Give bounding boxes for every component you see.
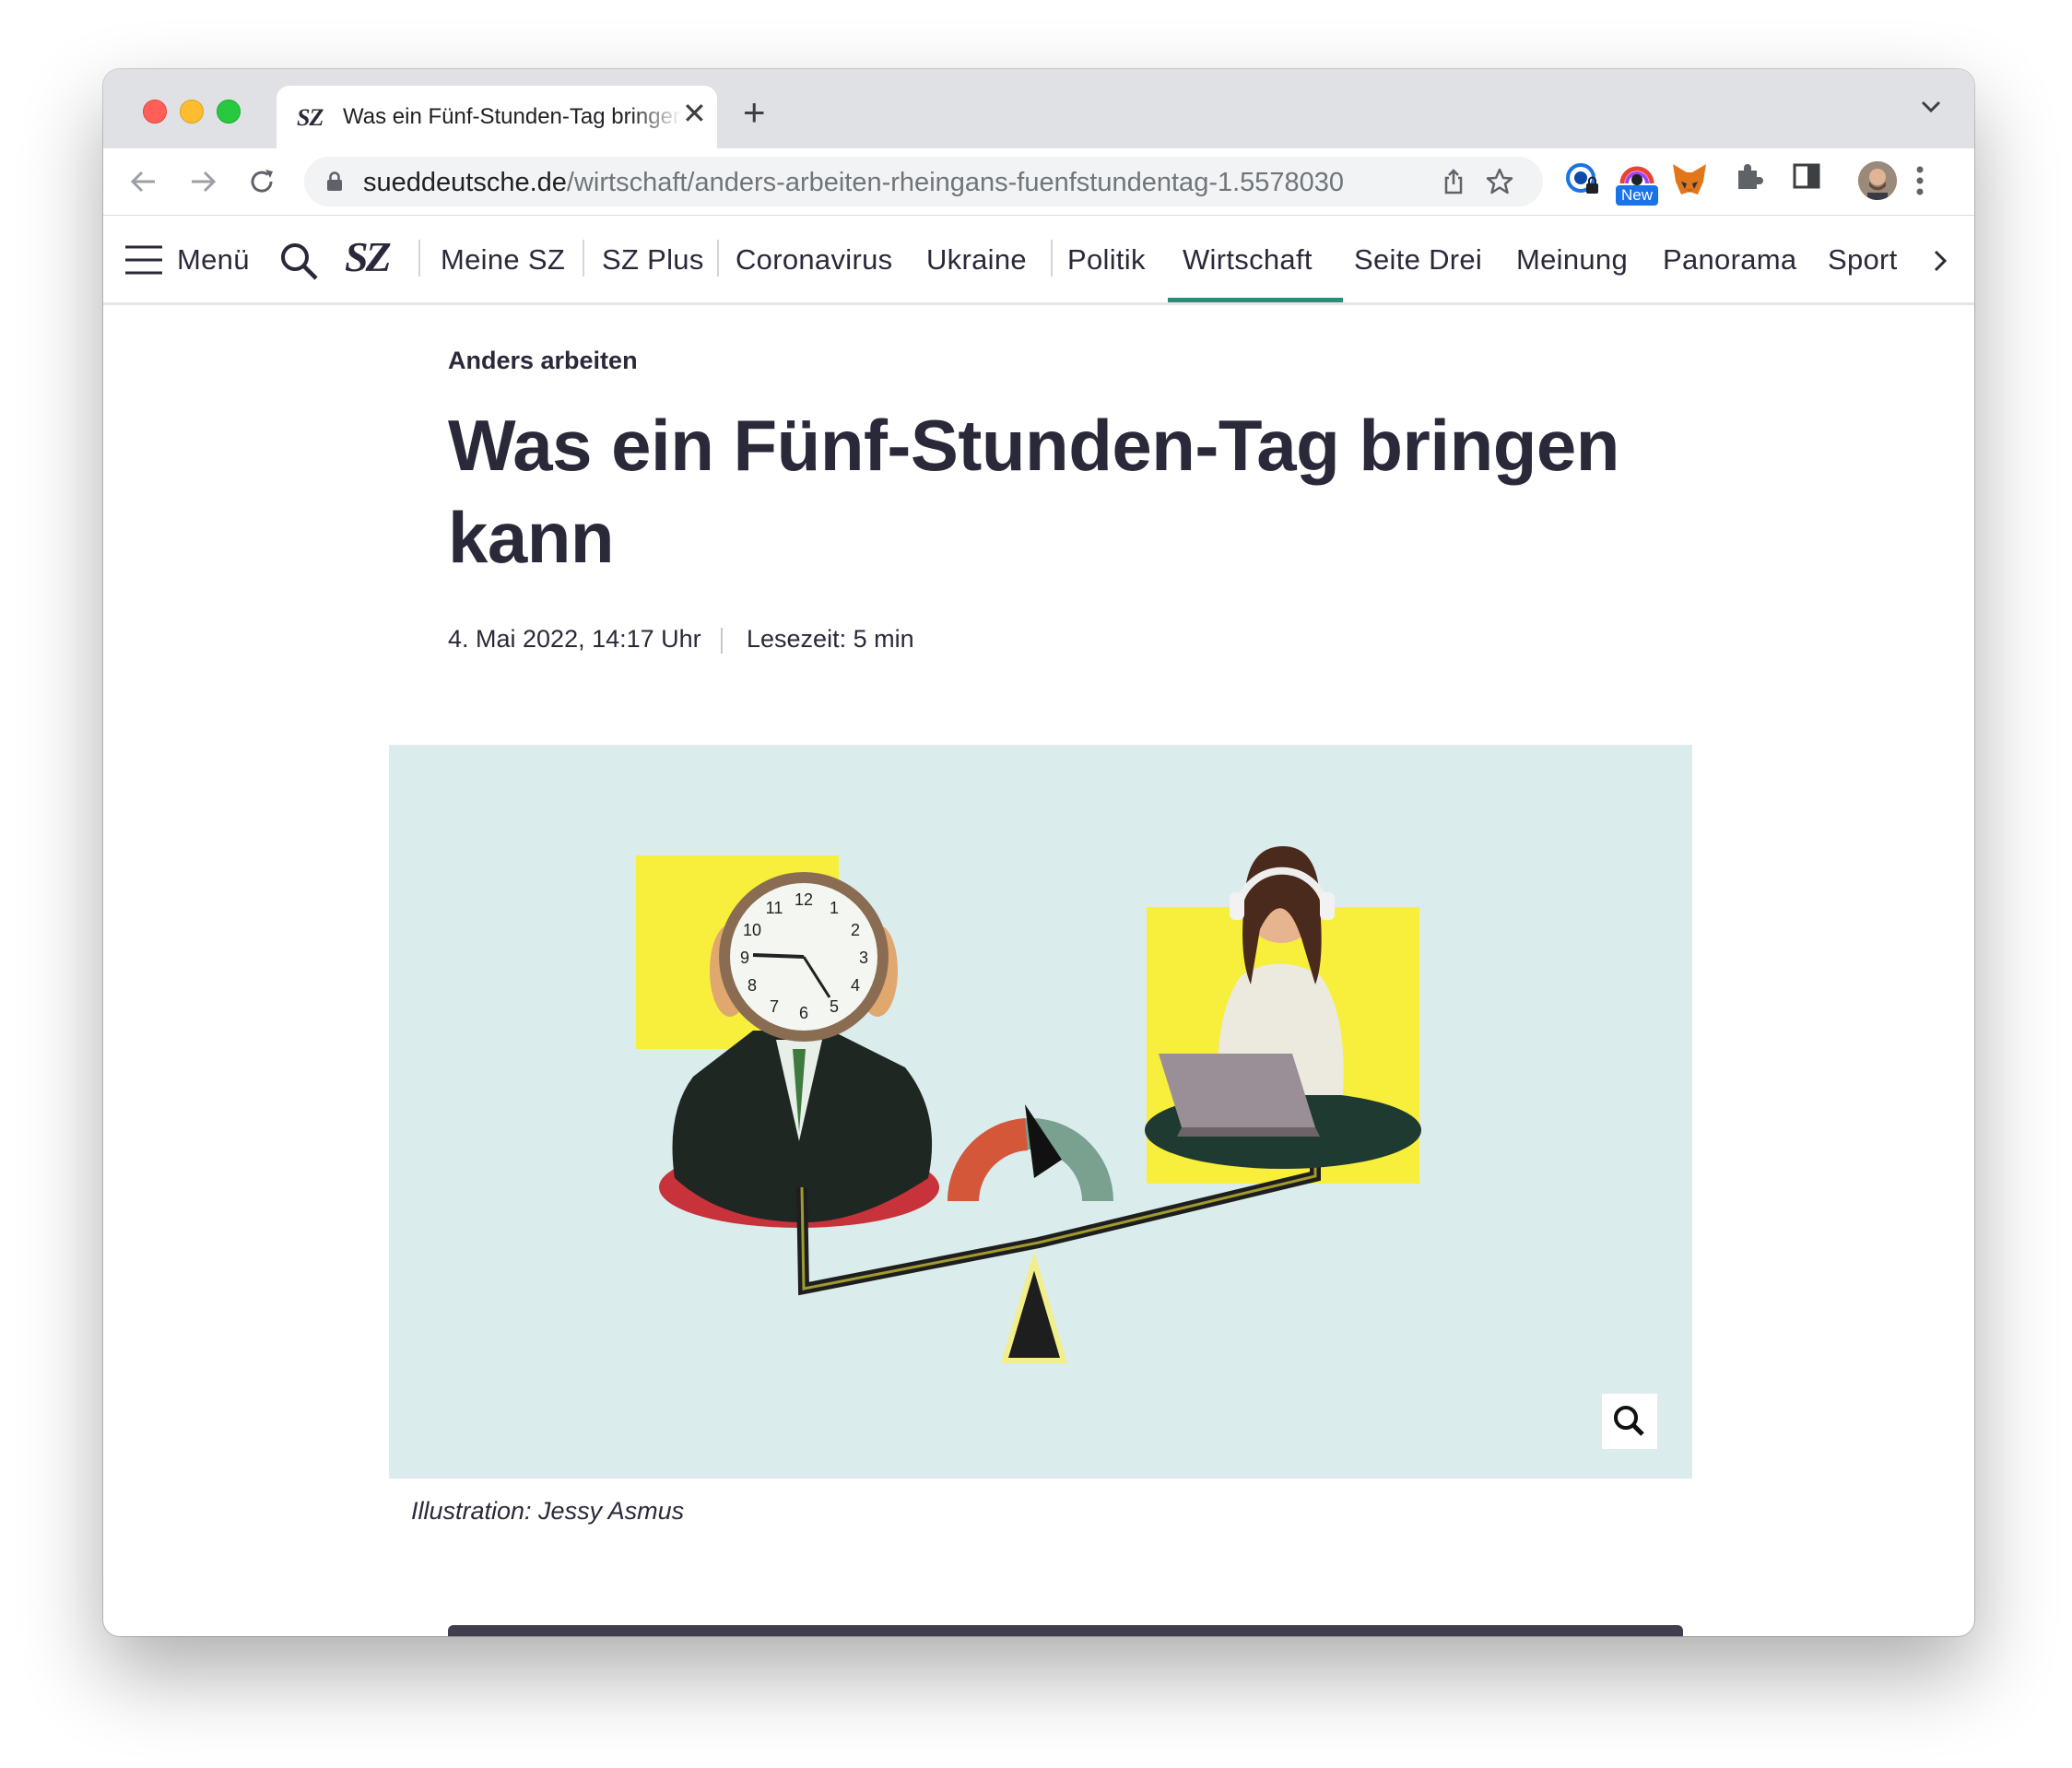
article-kicker: Anders arbeiten: [448, 347, 638, 374]
svg-text:2: 2: [851, 921, 860, 939]
forward-icon[interactable]: [188, 167, 218, 196]
profile-picture: [1858, 161, 1897, 200]
close-window-button[interactable]: [143, 100, 167, 124]
svg-text:10: 10: [743, 921, 761, 939]
address-bar[interactable]: sueddeutsche.de/wirtschaft/anders-arbeit…: [304, 157, 1543, 206]
svg-text:3: 3: [859, 949, 868, 967]
article-headline: Was ein Fünf-Stunden-Tag bringen kann: [448, 405, 1619, 578]
nav-item-politik[interactable]: Politik: [1067, 243, 1146, 277]
svg-text:1: 1: [830, 899, 839, 917]
tab-list-chevron-icon[interactable]: [1921, 100, 1941, 113]
article-illustration[interactable]: 12 1 2 3 45 6 78 9 10 11: [389, 745, 1692, 1479]
lock-icon[interactable]: [326, 171, 343, 192]
nav-item-meine-sz[interactable]: Meine SZ: [441, 243, 565, 277]
nav-item-panorama[interactable]: Panorama: [1663, 243, 1796, 277]
article-body-fold: [448, 1625, 1683, 1636]
url-host: sueddeutsche.de: [363, 168, 567, 197]
url-text[interactable]: sueddeutsche.de/wirtschaft/anders-arbeit…: [363, 168, 1344, 198]
nav-item-seite-drei[interactable]: Seite Drei: [1354, 243, 1482, 277]
hamburger-menu-icon[interactable]: [125, 243, 162, 277]
new-tab-button[interactable]: +: [743, 93, 766, 132]
password-extension-icon[interactable]: [1565, 161, 1602, 198]
nav-item-meinung[interactable]: Meinung: [1516, 243, 1628, 277]
reload-icon[interactable]: [247, 167, 277, 196]
side-panel-icon[interactable]: [1792, 161, 1821, 191]
svg-text:4: 4: [851, 976, 860, 995]
active-tab[interactable]: SZ Was ein Fünf-Stunden-Tag bringen kann…: [277, 86, 717, 148]
nav-item-coronavirus[interactable]: Coronavirus: [736, 243, 892, 277]
nav-item-wirtschaft[interactable]: Wirtschaft: [1183, 243, 1313, 277]
share-icon[interactable]: [1442, 169, 1466, 194]
nav-item-ukraine[interactable]: Ukraine: [926, 243, 1027, 277]
svg-text:12: 12: [795, 890, 813, 909]
sz-favicon-icon: SZ: [297, 104, 324, 131]
active-nav-indicator: [1168, 298, 1343, 302]
minimize-window-button[interactable]: [180, 100, 204, 124]
svg-text:5: 5: [830, 997, 839, 1016]
new-extension-icon[interactable]: [1619, 161, 1655, 187]
nav-divider: [418, 240, 420, 277]
tab-strip: SZ Was ein Fünf-Stunden-Tag bringen kann…: [103, 69, 1974, 148]
nav-divider: [1051, 240, 1053, 277]
menu-button[interactable]: Menü: [177, 243, 250, 277]
maximize-window-button[interactable]: [217, 100, 241, 124]
profile-avatar[interactable]: [1858, 161, 1897, 200]
extension-new-badge: New: [1616, 185, 1659, 206]
nav-divider: [583, 240, 584, 277]
more-menu-icon[interactable]: [1915, 165, 1925, 196]
metamask-fox-icon[interactable]: [1670, 161, 1709, 198]
tab-title: Was ein Fünf-Stunden-Tag bringen kann: [343, 104, 682, 129]
magnifier-icon: [1614, 1406, 1644, 1436]
svg-text:9: 9: [740, 949, 749, 967]
nav-scroll-right-icon[interactable]: [1933, 249, 1948, 273]
svg-text:6: 6: [799, 1004, 808, 1022]
bookmark-star-icon[interactable]: [1486, 168, 1513, 195]
close-tab-icon[interactable]: ✕: [682, 99, 707, 128]
illustration-artwork: 12 12 3 45 6 78 9 10 11: [636, 846, 1421, 1363]
url-path: /wirtschaft/anders-arbeiten-rheingans-fu…: [566, 168, 1345, 197]
svg-text:8: 8: [748, 976, 757, 995]
site-navigation: Menü SZ Meine SZ SZ Plus Coronavirus Ukr…: [103, 216, 1974, 305]
svg-text:11: 11: [766, 899, 783, 917]
sz-logo[interactable]: SZ: [345, 232, 392, 281]
meta-divider: [721, 628, 723, 654]
image-zoom-button[interactable]: [1602, 1394, 1657, 1449]
browser-toolbar: sueddeutsche.de/wirtschaft/anders-arbeit…: [103, 148, 1974, 216]
nav-item-sport[interactable]: Sport: [1828, 243, 1898, 277]
search-icon[interactable]: [279, 242, 318, 280]
nav-item-sz-plus[interactable]: SZ Plus: [602, 243, 704, 277]
extensions-puzzle-icon[interactable]: [1733, 161, 1764, 193]
reading-time: Lesezeit: 5 min: [747, 625, 914, 653]
article-date: 4. Mai 2022, 14:17 Uhr: [448, 625, 701, 653]
nav-divider: [717, 240, 719, 277]
image-caption: Illustration: Jessy Asmus: [411, 1497, 685, 1525]
svg-text:7: 7: [770, 997, 779, 1016]
browser-window: SZ Was ein Fünf-Stunden-Tag bringen kann…: [103, 69, 1974, 1636]
back-icon[interactable]: [129, 167, 159, 196]
